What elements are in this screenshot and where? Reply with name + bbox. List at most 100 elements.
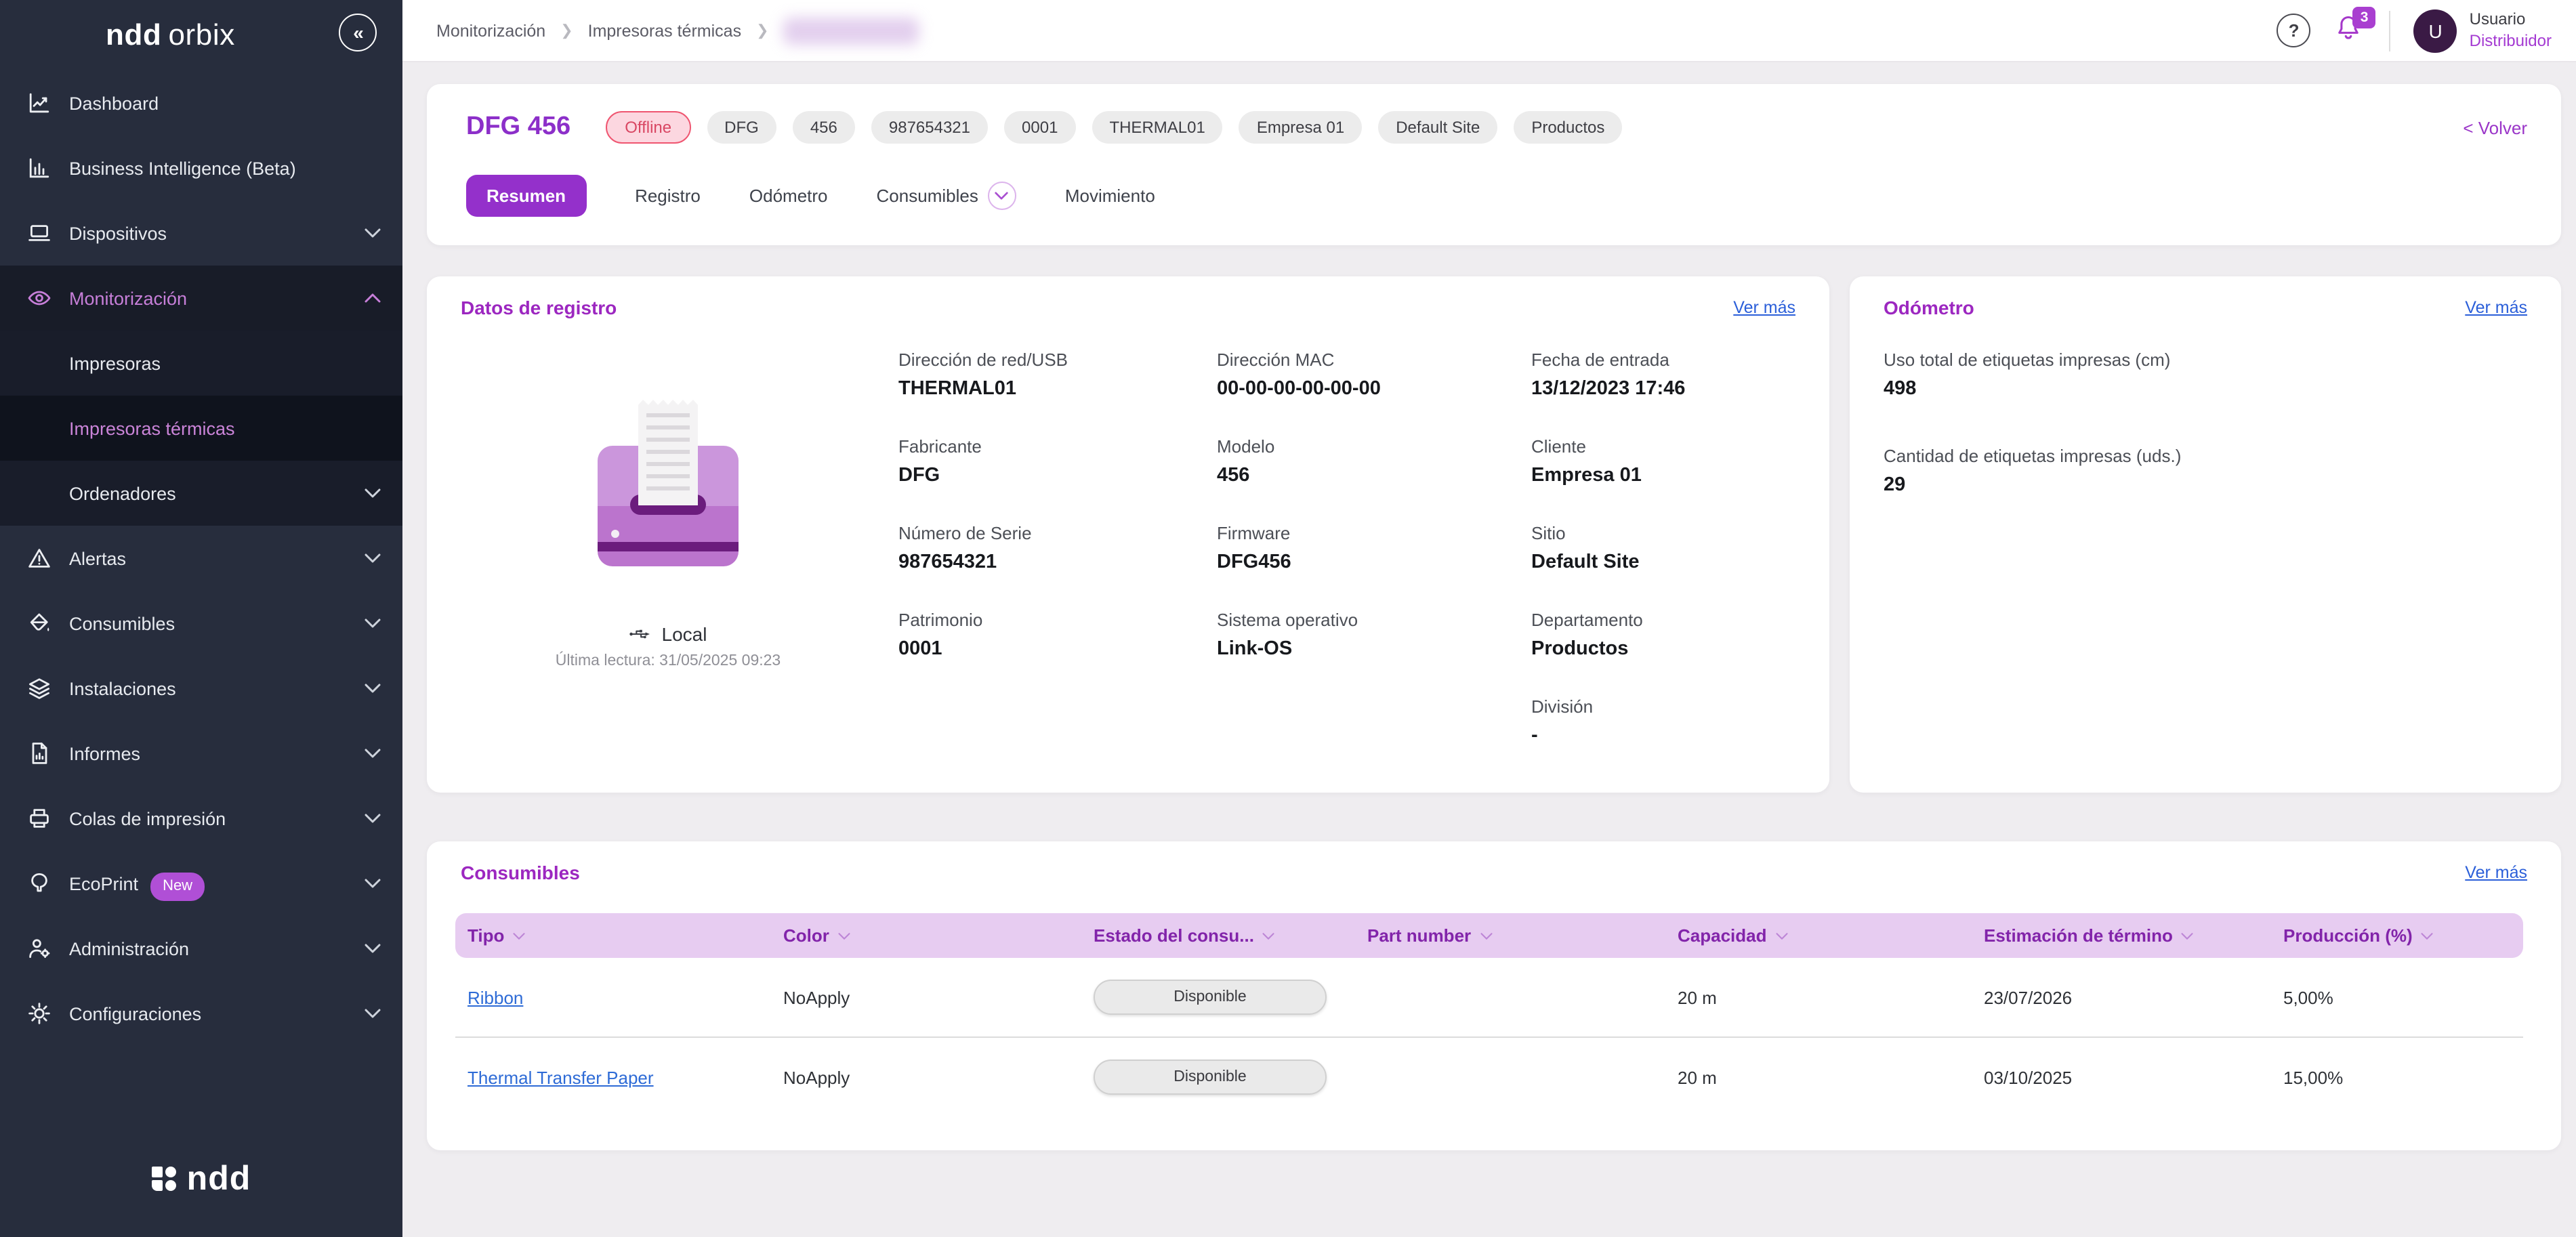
column-header-capacidad[interactable]: Capacidad	[1665, 925, 1972, 946]
tree-icon	[27, 871, 51, 896]
sidebar-item-label: Informes	[69, 743, 141, 763]
field: Número de Serie 987654321	[898, 523, 1217, 610]
help-button[interactable]: ?	[2277, 14, 2311, 47]
column-label: Capacidad	[1678, 925, 1767, 946]
field-label: Fabricante	[898, 436, 982, 457]
cell-capacidad: 20 m	[1678, 1067, 1717, 1087]
field-value: Link-OS	[1217, 638, 1293, 660]
device-title-row: DFG 456 Offline DFG 456 987654321 0001 T…	[466, 107, 2527, 148]
column-header-estimacion[interactable]: Estimación de término	[1972, 925, 2271, 946]
sidebar-item-consumibles[interactable]: Consumibles	[0, 591, 402, 656]
tab-odometro[interactable]: Odómetro	[749, 185, 828, 205]
column-header-estado[interactable]: Estado del consu...	[1081, 925, 1355, 946]
column-label: Color	[783, 925, 829, 946]
field-label: Firmware	[1217, 523, 1291, 543]
field-value: 13/12/2023 17:46	[1531, 378, 1686, 400]
page-title: DFG 456	[466, 112, 571, 141]
sidebar-item-business-intelligence[interactable]: Business Intelligence (Beta)	[0, 135, 402, 201]
cell-estimacion: 23/07/2026	[1984, 987, 2073, 1007]
cell-capacidad: 20 m	[1678, 987, 1717, 1007]
brand-light: orbix	[168, 18, 235, 51]
ver-mas-link[interactable]: Ver más	[1733, 298, 1795, 317]
ver-mas-link[interactable]: Ver más	[2465, 863, 2527, 882]
field: Cantidad de etiquetas impresas (uds.) 29	[1884, 446, 2181, 542]
tab-resumen[interactable]: Resumen	[466, 174, 587, 216]
breadcrumb-item-impresoras-termicas[interactable]: Impresoras térmicas	[588, 21, 741, 40]
main-area: Monitorización ❯ Impresoras térmicas ❯ ?…	[402, 0, 2576, 1237]
column-header-tipo[interactable]: Tipo	[455, 925, 771, 946]
field-value: -	[1531, 725, 1538, 747]
back-link[interactable]: < Volver	[2463, 117, 2527, 138]
field: Patrimonio 0001	[898, 610, 1217, 696]
column-label: Estado del consu...	[1094, 925, 1254, 946]
sidebar-item-monitorizacion[interactable]: Monitorización	[0, 266, 402, 331]
chevron-down-icon	[365, 1008, 381, 1019]
card-title: Datos de registro	[461, 297, 617, 318]
tab-consumibles-label: Consumibles	[876, 185, 978, 205]
breadcrumb-item-monitorizacion[interactable]: Monitorización	[436, 21, 545, 40]
field-value: Default Site	[1531, 551, 1640, 573]
sort-chevron-icon	[2181, 931, 2195, 940]
dashboard-icon	[27, 91, 51, 115]
ver-mas-link[interactable]: Ver más	[2465, 298, 2527, 317]
sidebar-collapse-button[interactable]: «	[339, 14, 377, 51]
column-header-color[interactable]: Color	[771, 925, 1081, 946]
field-value: Productos	[1531, 638, 1629, 660]
tag-pill: Productos	[1514, 111, 1623, 144]
sidebar-item-alertas[interactable]: Alertas	[0, 526, 402, 591]
sidebar-item-dispositivos[interactable]: Dispositivos	[0, 201, 402, 266]
tab-consumibles[interactable]: Consumibles	[877, 181, 1016, 209]
odometro-card: Odómetro Ver más Uso total de etiquetas …	[1850, 276, 2561, 793]
field: Fecha de entrada 13/12/2023 17:46	[1531, 350, 1829, 436]
sidebar-item-dashboard[interactable]: Dashboard	[0, 70, 402, 135]
printer-illustration	[594, 400, 743, 566]
chevron-down-circle-icon[interactable]	[987, 181, 1016, 209]
tab-registro[interactable]: Registro	[635, 185, 701, 205]
column-label: Part number	[1367, 925, 1472, 946]
column-header-part-number[interactable]: Part number	[1355, 925, 1665, 946]
notifications-button[interactable]: 3	[2334, 7, 2376, 47]
sidebar-item-label: Consumibles	[69, 613, 175, 633]
sidebar-subitem-impresoras[interactable]: Impresoras	[0, 331, 402, 396]
sidebar-item-administracion[interactable]: Administración	[0, 916, 402, 981]
connection-type: Local	[661, 623, 707, 645]
sidebar-item-instalaciones[interactable]: Instalaciones	[0, 656, 402, 721]
consumibles-table: Tipo Color Estado del consu... Part numb…	[455, 913, 2523, 1116]
field: Uso total de etiquetas impresas (cm) 498	[1884, 350, 2181, 446]
layers-icon	[27, 676, 51, 700]
sort-chevron-icon	[1262, 931, 1276, 940]
field-label: Departamento	[1531, 610, 1643, 630]
tab-movimiento[interactable]: Movimiento	[1065, 185, 1155, 205]
chevron-down-icon	[365, 813, 381, 824]
sidebar-item-label: Ordenadores	[69, 483, 176, 503]
printer-paper	[638, 400, 698, 505]
consumable-link[interactable]: Thermal Transfer Paper	[468, 1067, 654, 1087]
status-badge-offline: Offline	[606, 111, 691, 144]
card-title: Odómetro	[1884, 297, 1974, 318]
user-menu[interactable]: U Usuario Distribuidor	[2413, 9, 2552, 52]
field-value: 456	[1217, 465, 1250, 486]
chevron-down-icon	[365, 553, 381, 564]
chevron-down-icon	[365, 943, 381, 954]
device-tags: Offline DFG 456 987654321 0001 THERMAL01…	[606, 111, 1623, 144]
consumable-link[interactable]: Ribbon	[468, 987, 523, 1007]
field: Sistema operativo Link-OS	[1217, 610, 1531, 696]
avatar: U	[2413, 9, 2457, 52]
sidebar-item-label: Configuraciones	[69, 1003, 202, 1024]
sidebar-item-informes[interactable]: Informes	[0, 721, 402, 786]
sort-chevron-icon	[1775, 931, 1789, 940]
laptop-icon	[27, 221, 51, 245]
sidebar-item-configuraciones[interactable]: Configuraciones	[0, 981, 402, 1046]
sidebar-item-colas-de-impresion[interactable]: Colas de impresión	[0, 786, 402, 851]
sidebar-item-ecoprint[interactable]: EcoPrint New	[0, 851, 402, 916]
field: División -	[1531, 696, 1829, 783]
sidebar-subitem-impresoras-termicas[interactable]: Impresoras térmicas	[0, 396, 402, 461]
tag-pill: THERMAL01	[1092, 111, 1223, 144]
sidebar-subitem-ordenadores[interactable]: Ordenadores	[0, 461, 402, 526]
user-meta: Usuario Distribuidor	[2470, 9, 2552, 51]
brand-logo: ndd orbix	[106, 18, 235, 53]
user-gear-icon	[27, 936, 51, 961]
column-header-produccion[interactable]: Producción (%)	[2271, 925, 2523, 946]
notification-count-badge: 3	[2352, 7, 2376, 28]
field: Firmware DFG456	[1217, 523, 1531, 610]
